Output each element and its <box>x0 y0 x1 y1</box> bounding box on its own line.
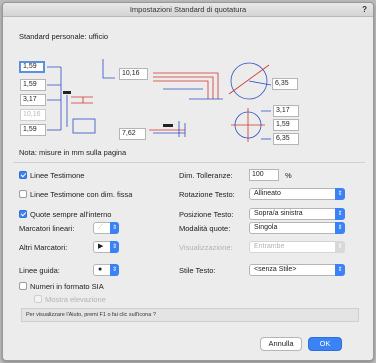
mostra-elevazione-label: Mostra elevazione <box>45 295 106 304</box>
middle-bottom-diagram <box>149 121 186 137</box>
linee-fissa-checkbox[interactable] <box>19 190 27 198</box>
circle-top-diagram <box>228 62 272 100</box>
quote-interno-label: Quote sempre all'interno <box>30 210 112 219</box>
left-diagram-shapes <box>63 91 96 134</box>
visualizzazione-value: Entrambe <box>254 243 285 250</box>
rotazione-value: Allineato <box>254 190 281 197</box>
left-marker-block <box>63 91 71 94</box>
posizione-value: Sopra/a sinistra <box>254 210 303 217</box>
note-text: Nota: misure in mm sulla pagina <box>19 148 127 157</box>
modalita-label: Modalità quote: <box>179 224 231 233</box>
stile-value: <senza Stile> <box>254 266 297 273</box>
chevron-updown-icon: ⇕ <box>110 264 119 276</box>
tolleranze-label: Dim. Tolleranze: <box>179 171 233 180</box>
ok-button[interactable]: OK <box>308 337 342 351</box>
tolleranze-input[interactable]: 100 <box>249 169 279 181</box>
visualizzazione-label: Visualizzazione: <box>179 243 233 252</box>
chevron-updown-icon: ⇕ <box>335 188 345 200</box>
mostra-elevazione-checkbox <box>34 295 42 303</box>
tolleranze-unit: % <box>285 171 292 180</box>
rotazione-select[interactable]: Allineato ⇕ <box>249 188 345 200</box>
chevron-updown-icon: ⇕ <box>335 222 345 234</box>
middle-top-diagram <box>102 59 223 100</box>
quote-interno-checkbox[interactable] <box>19 210 27 218</box>
dimension-standard-dialog: Impostazioni Standard di quotatura ? Sta… <box>2 2 374 361</box>
dimension-diagram <box>47 59 272 142</box>
numeri-sia-checkbox[interactable] <box>19 282 27 290</box>
stile-select[interactable]: <senza Stile> ⇕ <box>249 264 345 276</box>
cancel-button[interactable]: Annulla <box>260 337 302 351</box>
chevron-updown-icon: ⇕ <box>335 264 345 276</box>
left-box <box>72 118 96 134</box>
rotazione-label: Rotazione Testo: <box>179 190 235 199</box>
divider <box>13 162 365 163</box>
posizione-select[interactable]: Sopra/a sinistra ⇕ <box>249 208 345 220</box>
linee-fissa-label: Linee Testimone con dim. fissa <box>30 190 133 199</box>
marcatori-lineari-select[interactable]: ⟋ ⇕ <box>93 222 119 234</box>
posizione-label: Posizione Testo: <box>179 210 234 219</box>
linee-testimone-label: Linee Testimone <box>30 171 85 180</box>
chevron-updown-icon: ⇕ <box>335 241 345 253</box>
marcatori-lineari-label: Marcatori lineari: <box>19 224 75 233</box>
help-text-box: Per visualizzare l'Aiuto, premi F1 o fai… <box>21 308 359 322</box>
dot-marker-icon: ● <box>98 266 103 273</box>
modalita-value: Singola <box>254 224 278 231</box>
left-diagram-lines <box>47 66 68 131</box>
linee-guida-label: Linee guida: <box>19 266 60 275</box>
modalita-select[interactable]: Singola ⇕ <box>249 222 345 234</box>
arrow-marker-icon: ▶ <box>98 243 104 250</box>
linee-testimone-checkbox[interactable] <box>19 171 27 179</box>
stile-label: Stile Testo: <box>179 266 216 275</box>
chevron-updown-icon: ⇕ <box>110 241 119 253</box>
linee-guida-select[interactable]: ● ⇕ <box>93 264 119 276</box>
numeri-sia-label: Numeri in formato SIA <box>30 282 104 291</box>
slash-marker-icon: ⟋ <box>98 224 103 231</box>
chevron-updown-icon: ⇕ <box>110 222 119 234</box>
visualizzazione-select: Entrambe ⇕ <box>249 241 345 253</box>
chevron-updown-icon: ⇕ <box>335 208 345 220</box>
circle-bottom-diagram <box>231 108 271 142</box>
altri-marcatori-label: Altri Marcatori: <box>19 243 68 252</box>
altri-marcatori-select[interactable]: ▶ ⇕ <box>93 241 119 253</box>
